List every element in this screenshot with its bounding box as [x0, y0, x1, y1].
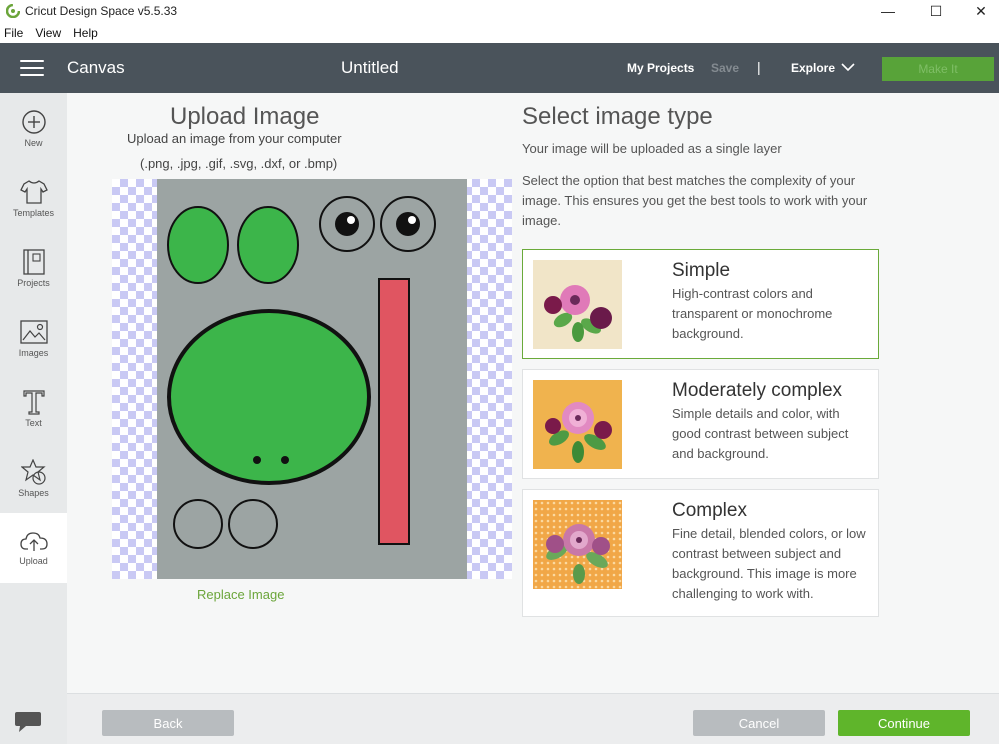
- simple-flower-thumbnail: [533, 260, 622, 349]
- window-title: Cricut Design Space v5.5.33: [25, 4, 178, 18]
- tshirt-icon: [19, 180, 48, 204]
- menu-help[interactable]: Help: [73, 26, 98, 40]
- sidebar-item-label: Images: [18, 348, 49, 358]
- option-description: Fine detail, blended colors, or low cont…: [672, 526, 866, 601]
- image-preview: [112, 179, 512, 579]
- sidebar-item-projects[interactable]: Projects: [0, 233, 67, 303]
- menu-bar: File View Help: [0, 22, 999, 43]
- option-description: High-contrast colors and transparent or …: [672, 286, 833, 341]
- my-projects-link[interactable]: My Projects: [627, 61, 694, 75]
- option-title: Simple: [672, 260, 731, 281]
- app-header: Canvas Untitled My Projects Save | Explo…: [0, 43, 999, 93]
- projects-icon: [22, 249, 45, 275]
- sidebar-item-shapes[interactable]: Shapes: [0, 443, 67, 513]
- upload-title: Upload Image: [170, 103, 320, 130]
- select-type-description: Select the option that best matches the …: [522, 173, 868, 228]
- document-title[interactable]: Untitled: [341, 58, 399, 78]
- sidebar-item-label: Upload: [19, 556, 48, 566]
- minimize-button[interactable]: —: [865, 0, 911, 22]
- sidebar-item-text[interactable]: Text: [0, 373, 67, 443]
- header-separator: |: [757, 59, 761, 75]
- select-type-info: Your image will be uploaded as a single …: [522, 141, 782, 156]
- image-icon: [19, 320, 48, 344]
- uploaded-image: [157, 179, 467, 579]
- upload-subtitle: Upload an image from your computer: [127, 131, 342, 146]
- option-title: Complex: [672, 500, 747, 521]
- make-it-button[interactable]: Make It: [882, 57, 994, 81]
- sidebar-item-images[interactable]: Images: [0, 303, 67, 373]
- explore-menu[interactable]: Explore: [791, 61, 835, 75]
- select-type-title: Select image type: [522, 103, 713, 130]
- option-description: Simple details and color, with good cont…: [672, 406, 849, 461]
- shapes-icon: [20, 459, 46, 485]
- sidebar-item-label: Projects: [17, 278, 50, 288]
- sidebar-item-label: Text: [25, 418, 42, 428]
- sidebar-item-templates[interactable]: Templates: [0, 163, 67, 233]
- sidebar-item-label: New: [24, 138, 43, 148]
- plus-circle-icon: [21, 110, 46, 134]
- close-window-button[interactable]: ✕: [958, 0, 999, 22]
- chevron-down-icon[interactable]: [841, 62, 855, 72]
- text-icon: [22, 390, 45, 415]
- cricut-logo-icon: [6, 4, 20, 18]
- cancel-button[interactable]: Cancel: [693, 710, 825, 736]
- sidebar-item-label: Templates: [12, 208, 55, 218]
- sidebar-item-upload[interactable]: Upload: [0, 513, 67, 583]
- upload-formats: (.png, .jpg, .gif, .svg, .dxf, or .bmp): [140, 156, 338, 171]
- continue-button[interactable]: Continue: [838, 710, 970, 736]
- save-button[interactable]: Save: [711, 61, 739, 75]
- window-titlebar: Cricut Design Space v5.5.33: [0, 0, 999, 22]
- canvas-label: Canvas: [67, 58, 125, 77]
- menu-view[interactable]: View: [35, 26, 61, 40]
- option-simple[interactable]: Simple High-contrast colors and transpar…: [522, 249, 879, 359]
- left-sidebar: New Templates Projects Images Text Shape…: [0, 93, 67, 744]
- maximize-button[interactable]: ☐: [913, 0, 959, 22]
- menu-file[interactable]: File: [4, 26, 23, 40]
- sidebar-item-label: Shapes: [18, 488, 49, 498]
- option-title: Moderately complex: [672, 380, 843, 401]
- option-moderately-complex[interactable]: Moderately complex Simple details and co…: [522, 369, 879, 479]
- back-button[interactable]: Back: [102, 710, 234, 736]
- complex-flower-thumbnail: [533, 500, 622, 589]
- chat-icon[interactable]: [14, 710, 42, 734]
- replace-image-link[interactable]: Replace Image: [197, 587, 284, 602]
- moderate-flower-thumbnail: [533, 380, 622, 469]
- cloud-upload-icon: [19, 532, 48, 551]
- option-complex[interactable]: Complex Fine detail, blended colors, or …: [522, 489, 879, 617]
- sidebar-item-new[interactable]: New: [0, 93, 67, 163]
- hamburger-menu-icon[interactable]: [20, 60, 44, 76]
